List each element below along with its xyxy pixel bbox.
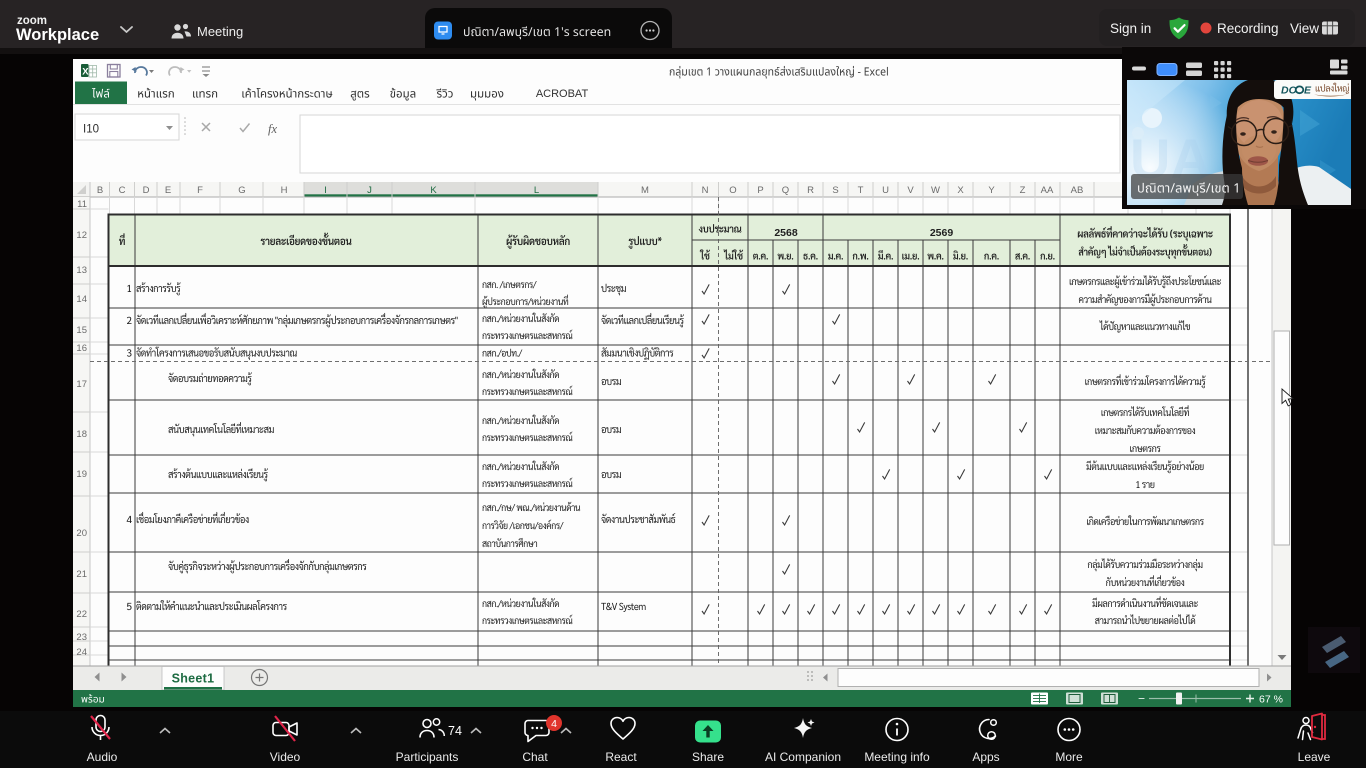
svg-text:I: I [324,185,327,196]
svg-text:14: 14 [76,294,87,305]
svg-text:16: 16 [76,343,87,354]
svg-text:N: N [702,185,709,196]
svg-text:Q: Q [782,185,789,196]
svg-text:W: W [931,185,940,196]
svg-text:12: 12 [76,230,87,241]
svg-text:D: D [143,185,150,196]
svg-text:E: E [1304,85,1312,97]
svg-text:AB: AB [1071,185,1084,196]
svg-text:fx: fx [268,122,277,136]
svg-text:DO: DO [1281,85,1297,97]
svg-text:ACROBAT: ACROBAT [536,88,589,100]
svg-text:X: X [82,67,89,78]
svg-text:K: K [430,185,437,196]
svg-text:2569: 2569 [930,227,954,239]
svg-text:22: 22 [76,609,87,620]
svg-text:24: 24 [76,647,87,658]
svg-text:R: R [807,185,814,196]
svg-text:Meeting: Meeting [197,24,243,39]
svg-text:M: M [641,185,649,196]
svg-text:F: F [197,185,203,196]
svg-text:Video: Video [270,750,301,764]
svg-text:11: 11 [77,199,87,210]
svg-text:Apps: Apps [972,750,999,764]
svg-text:Workplace: Workplace [16,26,99,44]
svg-text:AA: AA [1041,185,1054,196]
svg-text:C: C [119,185,126,196]
svg-text:More: More [1055,750,1083,764]
svg-text:P: P [757,185,763,196]
svg-text:AI Companion: AI Companion [765,750,841,764]
svg-text:Sheet1: Sheet1 [172,672,215,686]
svg-text:X: X [957,185,964,196]
svg-text:J: J [367,185,372,196]
svg-text:L: L [534,185,539,196]
svg-text:20: 20 [76,528,87,539]
svg-text:Z: Z [1020,185,1026,196]
svg-text:Y: Y [988,185,995,196]
svg-text:Recording: Recording [1217,21,1279,36]
svg-text:2568: 2568 [774,227,798,239]
svg-text:15: 15 [76,325,87,336]
svg-text:Share: Share [692,750,724,764]
svg-text:G: G [238,185,245,196]
svg-text:Participants: Participants [396,750,459,764]
svg-text:B: B [97,185,103,196]
svg-text:67 %: 67 % [1259,694,1283,706]
svg-text:Chat: Chat [522,750,548,764]
svg-text:E: E [165,185,171,196]
svg-text:19: 19 [76,469,87,480]
svg-text:O: O [729,185,736,196]
svg-text:Meeting info: Meeting info [864,750,930,764]
svg-text:−: − [1138,692,1145,706]
svg-text:4: 4 [551,718,557,730]
svg-text:V: V [907,185,914,196]
svg-text:21: 21 [76,569,87,580]
svg-text:T: T [858,185,864,196]
svg-text:74: 74 [448,724,462,738]
svg-text:React: React [605,750,637,764]
svg-text:I10: I10 [83,124,99,136]
svg-text:23: 23 [76,632,87,643]
svg-text:18: 18 [76,429,87,440]
svg-text:13: 13 [76,265,87,276]
svg-text:17: 17 [76,379,87,390]
svg-text:Audio: Audio [87,750,118,764]
svg-text:View: View [1290,21,1319,36]
svg-text:H: H [281,185,288,196]
svg-text:S: S [832,185,838,196]
svg-text:U: U [882,185,889,196]
svg-text:Sign in: Sign in [1110,21,1151,36]
svg-text:Leave: Leave [1298,750,1331,764]
